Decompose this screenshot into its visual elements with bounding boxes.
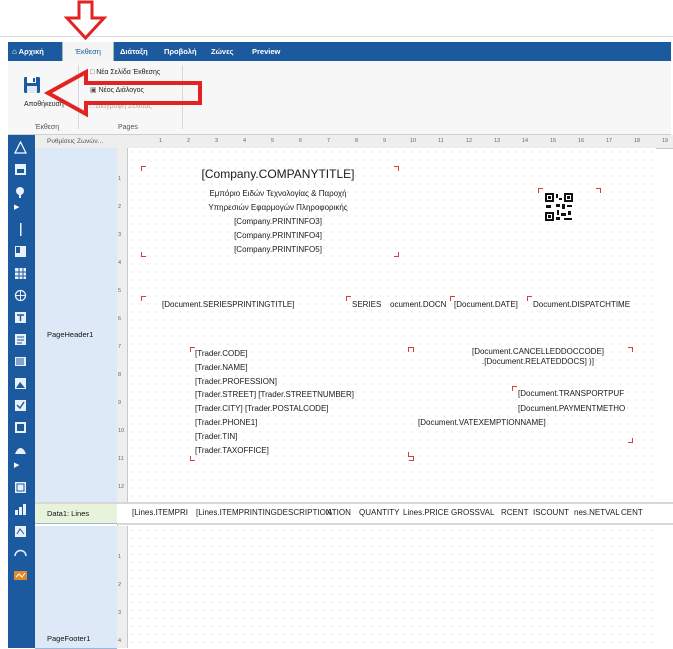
left-arrow-icon bbox=[43, 68, 202, 118]
down-arrow-icon bbox=[63, 0, 108, 41]
annotation-overlay bbox=[43, 0, 202, 118]
